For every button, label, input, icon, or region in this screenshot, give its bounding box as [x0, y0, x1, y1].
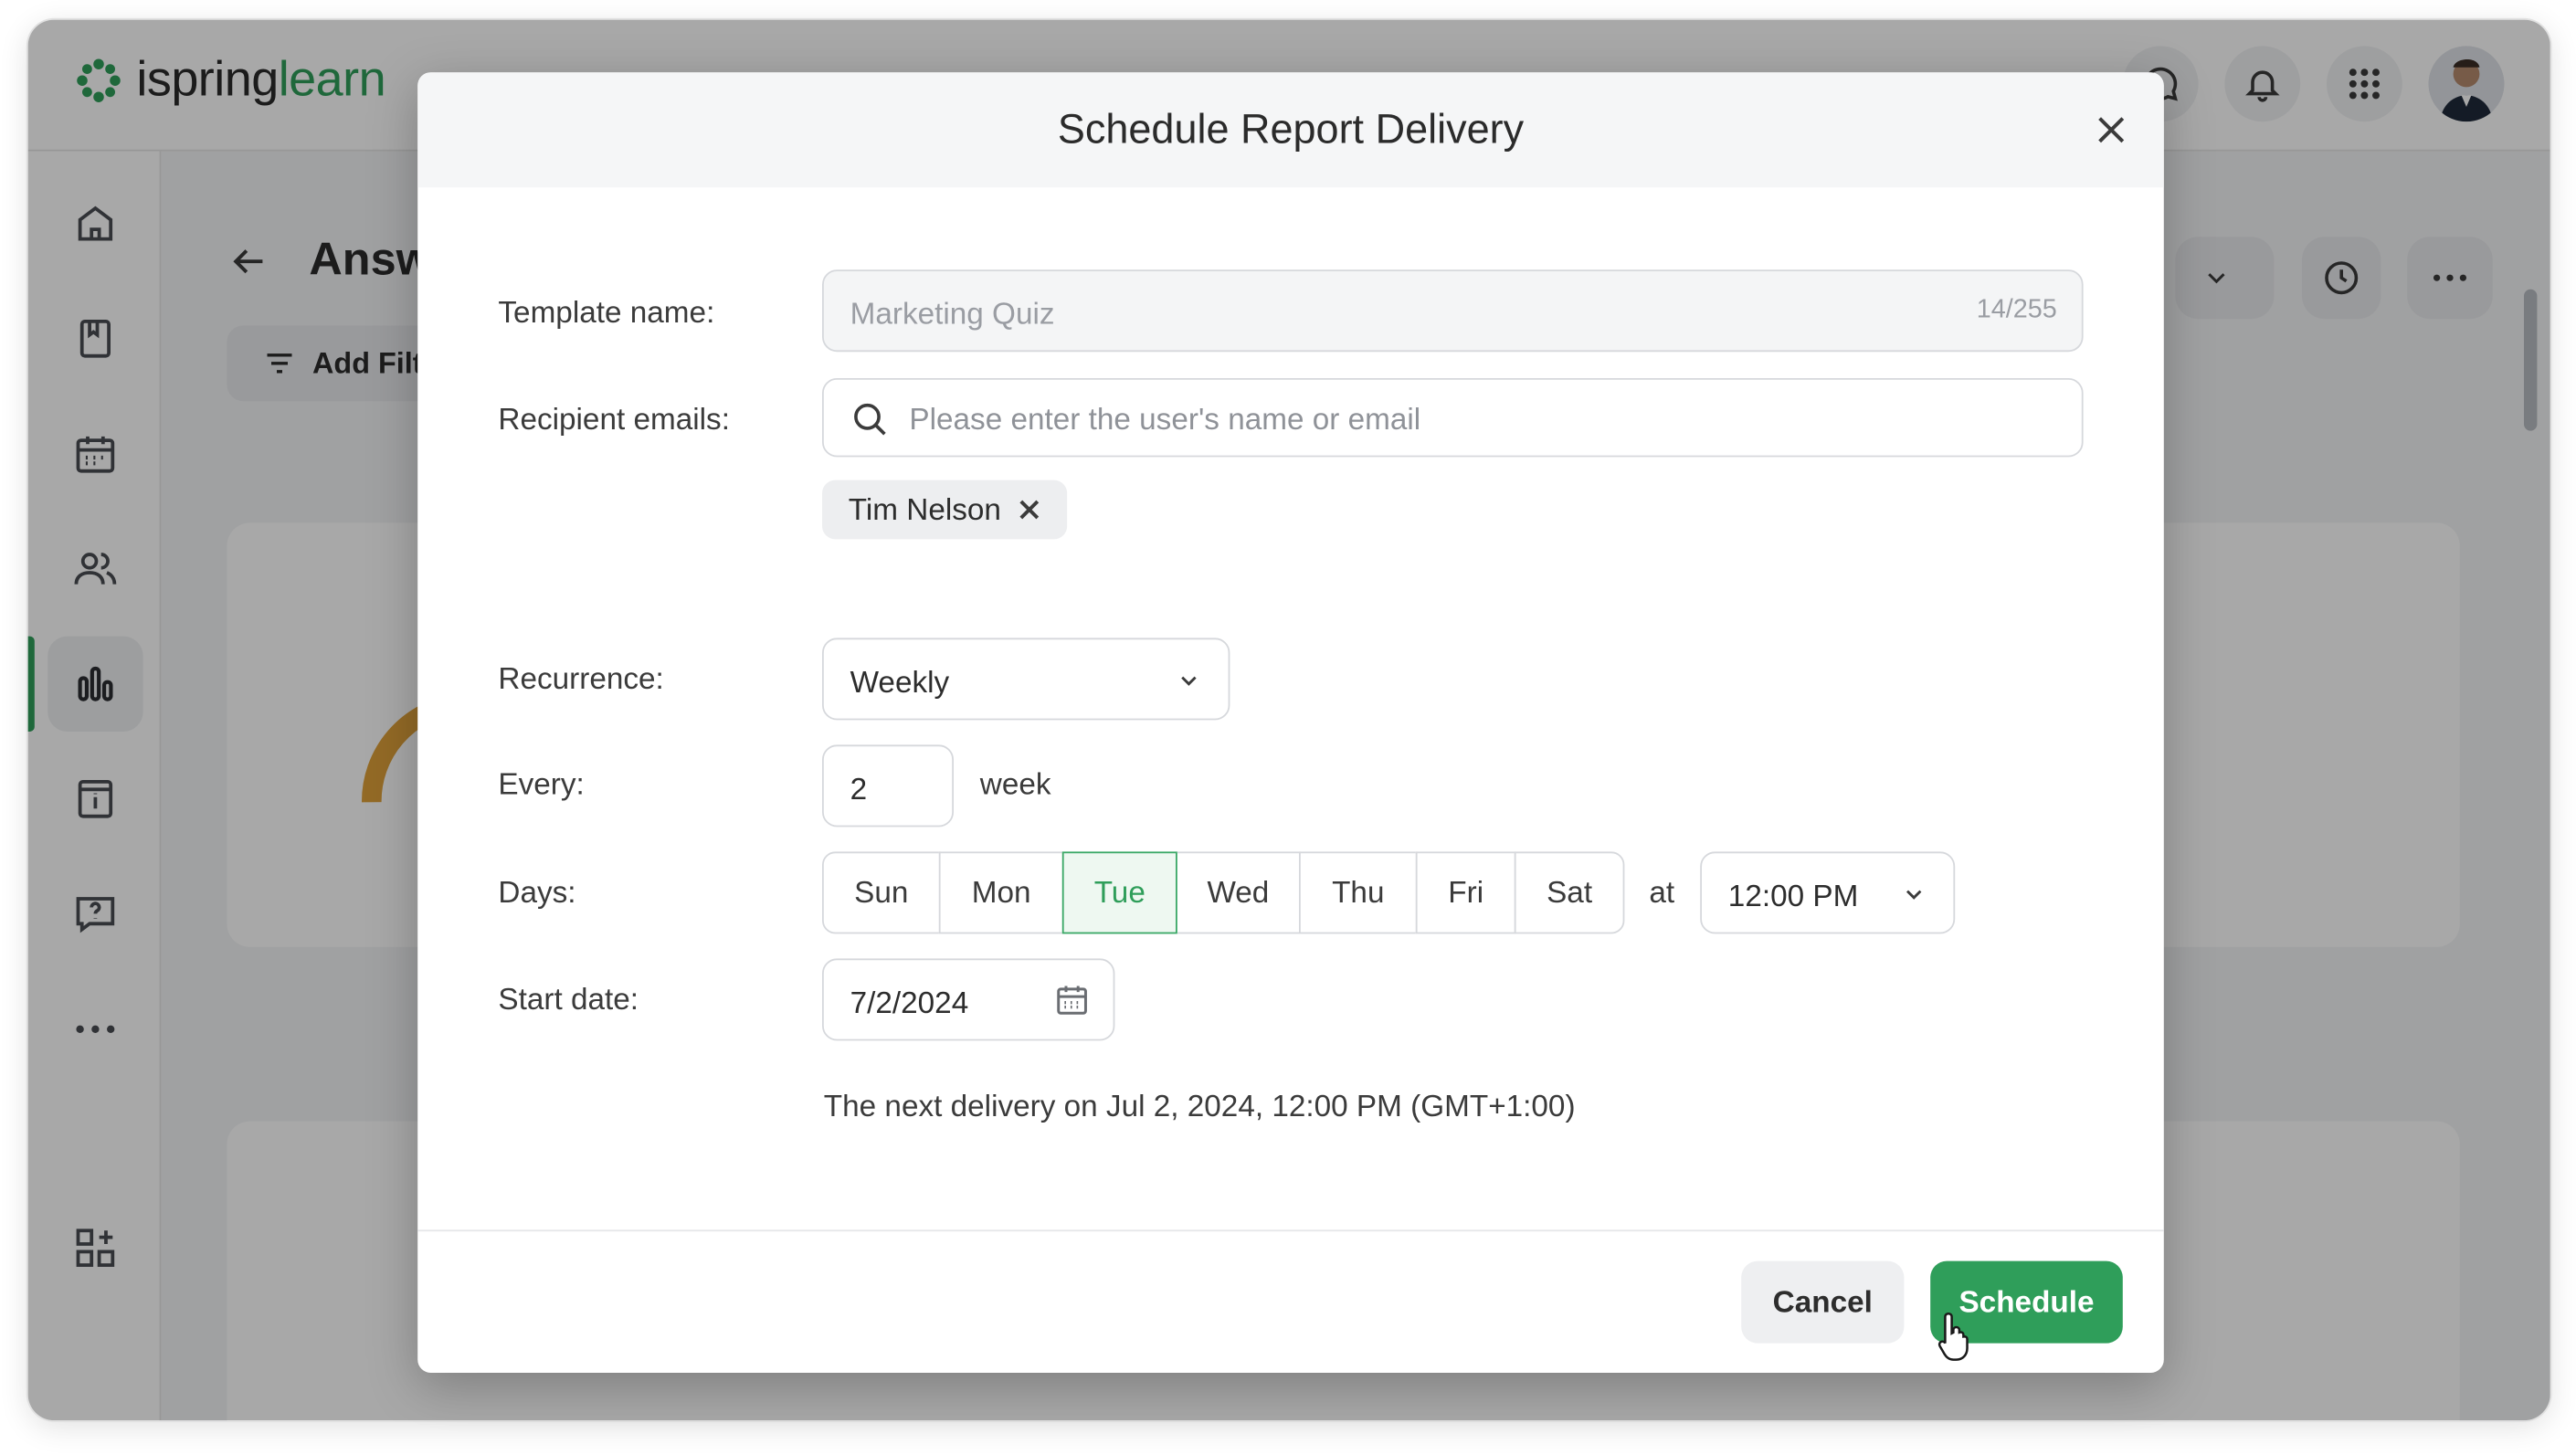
day-wed[interactable]: Wed — [1176, 851, 1301, 934]
recipient-search-input[interactable] — [905, 379, 2065, 459]
day-mon[interactable]: Mon — [938, 851, 1064, 934]
days-selector: Sun Mon Tue Wed Thu Fri Sat — [822, 851, 1625, 934]
time-value: 12:00 PM — [1727, 878, 1859, 912]
day-tue[interactable]: Tue — [1061, 851, 1177, 934]
day-fri[interactable]: Fri — [1415, 851, 1516, 934]
recurrence-value: Weekly — [850, 664, 950, 699]
template-name-label: Template name: — [498, 294, 715, 329]
close-button[interactable] — [2088, 107, 2134, 153]
template-name-field[interactable]: Marketing Quiz 14/255 — [822, 269, 2084, 353]
chevron-down-icon — [1181, 676, 1197, 686]
recipient-chip: Tim Nelson — [822, 480, 1067, 540]
recurrence-label: Recurrence: — [498, 660, 664, 696]
start-date-value: 7/2/2024 — [850, 985, 969, 1019]
recurrence-dropdown[interactable]: Weekly — [822, 638, 1230, 721]
every-input[interactable]: 2 — [822, 744, 954, 828]
dialog-title: Schedule Report Delivery — [1057, 106, 1525, 153]
recipient-emails-label: Recipient emails: — [498, 401, 730, 436]
day-thu[interactable]: Thu — [1299, 851, 1418, 934]
recipient-search-field[interactable] — [822, 378, 2084, 459]
every-value: 2 — [850, 771, 868, 806]
days-label: Days: — [498, 874, 576, 910]
next-delivery-info: The next delivery on Jul 2, 2024, 12:00 … — [823, 1088, 1576, 1123]
dialog-header: Schedule Report Delivery — [417, 72, 2164, 188]
at-label: at — [1649, 874, 1675, 910]
remove-recipient-button[interactable] — [1018, 498, 1040, 521]
start-date-label: Start date: — [498, 981, 639, 1017]
calendar-icon[interactable] — [1054, 982, 1091, 1018]
chevron-down-icon — [1906, 890, 1922, 900]
close-icon — [1019, 500, 1039, 520]
dialog-footer-divider — [417, 1229, 2164, 1232]
close-icon — [2098, 117, 2125, 143]
day-sun[interactable]: Sun — [822, 851, 941, 934]
cancel-button[interactable]: Cancel — [1741, 1260, 1905, 1344]
template-name-value: Marketing Quiz — [850, 296, 1055, 331]
search-icon — [854, 403, 886, 436]
time-dropdown[interactable]: 12:00 PM — [1700, 851, 1956, 934]
every-label: Every: — [498, 765, 585, 801]
schedule-report-dialog: Schedule Report Delivery Template name: … — [417, 72, 2164, 1374]
hand-cursor-icon — [1937, 1312, 1969, 1361]
start-date-picker[interactable]: 7/2/2024 — [822, 958, 1115, 1041]
every-unit: week — [979, 765, 1051, 801]
recipient-chip-label: Tim Nelson — [848, 491, 1001, 526]
template-name-counter: 14/255 — [1976, 296, 2057, 324]
day-sat[interactable]: Sat — [1514, 851, 1625, 934]
